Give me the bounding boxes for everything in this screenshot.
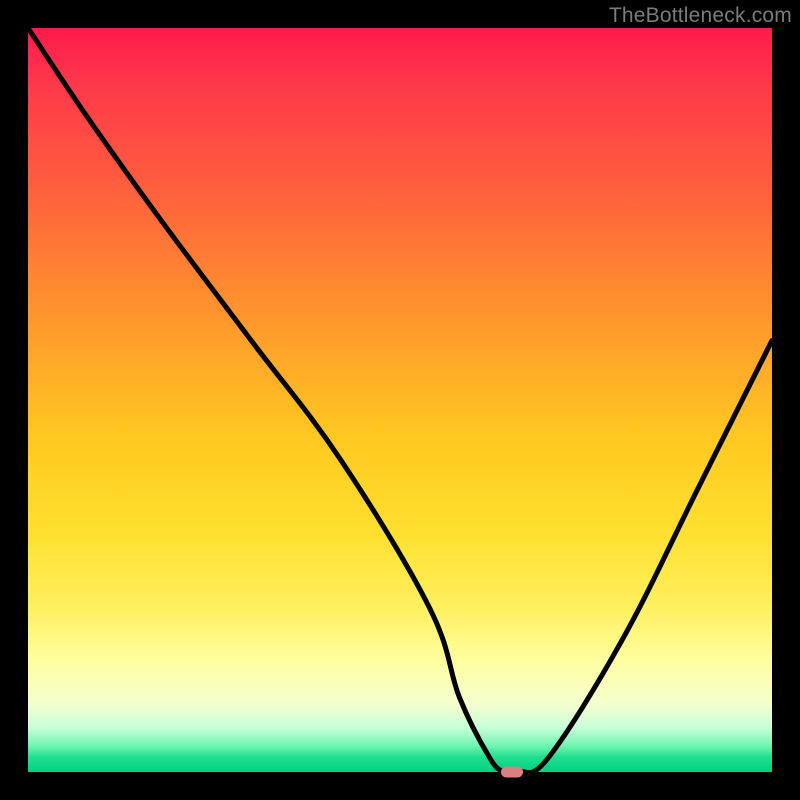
chart-frame: TheBottleneck.com (0, 0, 800, 800)
plot-area (28, 28, 772, 772)
curve-svg (28, 28, 772, 772)
watermark-text: TheBottleneck.com (609, 4, 792, 28)
optimum-marker (501, 767, 523, 778)
bottleneck-curve (28, 28, 772, 772)
